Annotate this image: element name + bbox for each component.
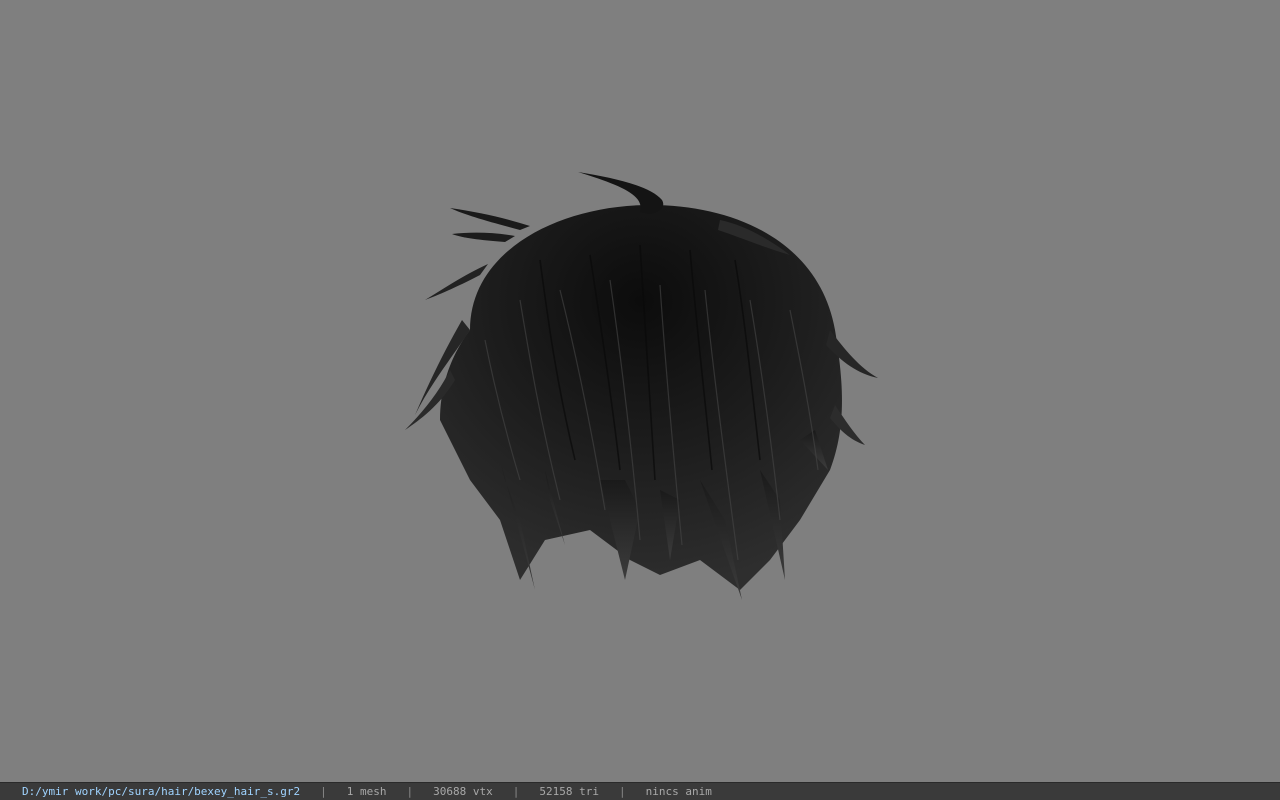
hair-model	[405, 172, 878, 600]
3d-viewport[interactable]	[0, 0, 1280, 782]
status-triangle-count: 52158 tri	[539, 785, 599, 798]
status-vertex-count: 30688 vtx	[433, 785, 493, 798]
status-separator: |	[512, 785, 520, 798]
status-file-path: D:/ymir work/pc/sura/hair/bexey_hair_s.g…	[22, 785, 301, 798]
status-bar: D:/ymir work/pc/sura/hair/bexey_hair_s.g…	[0, 782, 1280, 800]
status-anim: nincs anim	[645, 785, 712, 798]
status-separator: |	[619, 785, 626, 798]
status-separator: |	[320, 785, 327, 798]
status-mesh-count: 1 mesh	[346, 785, 387, 798]
status-separator: |	[406, 785, 414, 798]
